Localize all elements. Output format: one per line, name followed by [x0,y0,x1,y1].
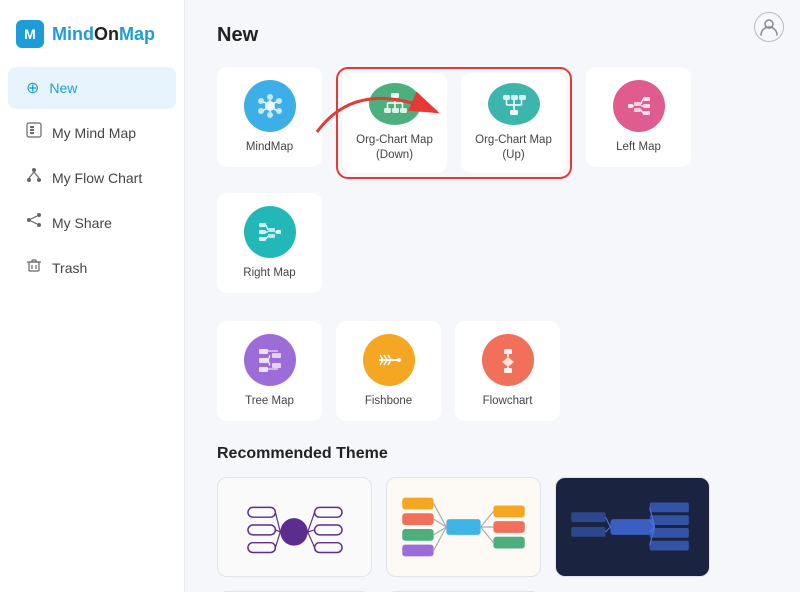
logo: M MindOnMap [0,10,184,66]
mindmap-icon [26,122,42,143]
topbar [754,12,784,42]
fishbone-icon [363,334,415,386]
plus-icon: ⊕ [26,78,39,98]
sidebar-item-my-flow-chart-label: My Flow Chart [52,170,142,186]
logo-icon: M [16,20,44,48]
new-section-title: New [217,24,768,47]
flowchart-icon [482,334,534,386]
user-avatar-icon[interactable] [754,12,784,42]
sidebar-item-my-mind-map-label: My Mind Map [52,125,136,141]
theme-card-2[interactable] [386,477,541,577]
themes-grid [217,477,768,592]
maps-grid-row2: Tree Map Fishbone [217,321,768,421]
main-content: New [185,0,800,592]
left-map-icon [613,80,665,132]
map-card-right-map[interactable]: Right Map [217,193,322,293]
highlighted-group: Org-Chart Map (Down) [336,67,572,179]
org-chart-down-label: Org-Chart Map (Down) [352,133,437,163]
flowchart-label: Flowchart [483,394,533,409]
org-chart-down-icon [369,83,421,125]
map-card-left-map[interactable]: Left Map [586,67,691,167]
fishbone-label: Fishbone [365,394,412,409]
sidebar: M MindOnMap ⊕ New My Mind Map My Flow Ch… [0,0,185,592]
sidebar-item-trash[interactable]: Trash [8,246,176,289]
map-card-fishbone[interactable]: Fishbone [336,321,441,421]
mindmap-map-icon [244,80,296,132]
sidebar-item-my-flow-chart[interactable]: My Flow Chart [8,156,176,199]
sidebar-item-trash-label: Trash [52,260,87,276]
sidebar-item-my-share[interactable]: My Share [8,201,176,244]
tree-map-label: Tree Map [245,394,294,409]
trash-icon [26,257,42,278]
flowchart-icon [26,167,42,188]
theme-card-1[interactable] [217,477,372,577]
left-map-label: Left Map [616,140,661,155]
map-card-flowchart[interactable]: Flowchart [455,321,560,421]
sidebar-item-my-mind-map[interactable]: My Mind Map [8,111,176,154]
right-map-label: Right Map [243,266,295,281]
maps-grid: MindMap [217,67,768,293]
sidebar-item-my-share-label: My Share [52,215,112,231]
map-card-tree-map[interactable]: Tree Map [217,321,322,421]
recommended-title: Recommended Theme [217,445,768,463]
tree-map-icon [244,334,296,386]
logo-text: MindOnMap [52,24,155,45]
org-chart-up-icon [488,83,540,125]
map-card-mindmap[interactable]: MindMap [217,67,322,167]
sidebar-item-new[interactable]: ⊕ New [8,67,176,109]
sidebar-item-new-label: New [49,80,77,96]
map-card-org-chart-up[interactable]: Org-Chart Map (Up) [461,73,566,173]
share-icon [26,212,42,233]
map-card-org-chart-down[interactable]: Org-Chart Map (Down) [342,73,447,173]
org-chart-up-label: Org-Chart Map (Up) [471,133,556,163]
mindmap-map-label: MindMap [246,140,293,155]
theme-card-3[interactable] [555,477,710,577]
right-map-icon [244,206,296,258]
